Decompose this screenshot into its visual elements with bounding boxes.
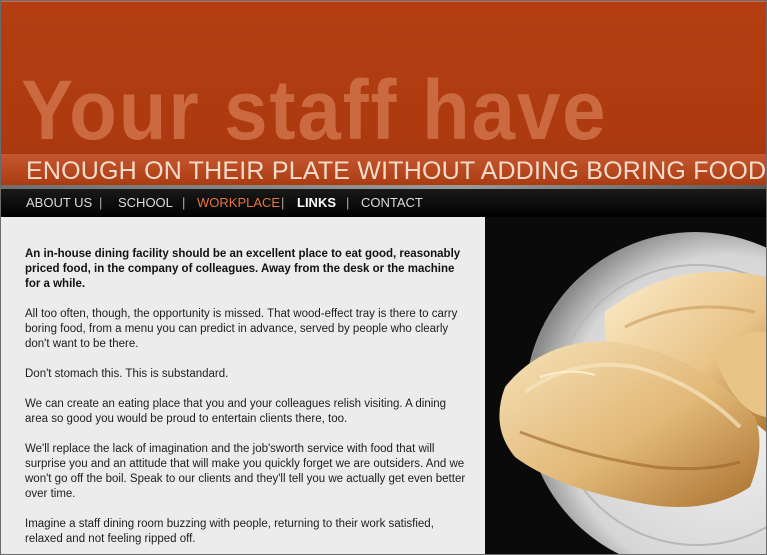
lead-paragraph: An in-house dining facility should be an… [25,248,461,290]
headline: Your staff have [21,63,608,157]
bread-plate-photo [485,217,766,554]
nav-about-us[interactable]: ABOUT US [26,195,92,211]
article-text: An in-house dining facility should be an… [25,247,470,554]
main-nav: ABOUT US | SCHOOL | WORKPLACE | LINKS | … [1,189,766,217]
nav-separator: | [99,195,103,210]
nav-school[interactable]: SCHOOL [118,195,173,211]
nav-contact[interactable]: CONTACT [361,195,423,211]
page-frame: Your staff have ENOUGH ON THEIR PLATE WI… [0,0,767,555]
bread-plate-icon [485,217,766,554]
body-paragraph: All too often, though, the opportunity i… [25,308,458,350]
nav-separator: | [182,195,186,210]
nav-workplace[interactable]: WORKPLACE [197,195,280,211]
nav-separator: | [281,195,285,210]
header-banner: Your staff have ENOUGH ON THEIR PLATE WI… [1,1,766,190]
body-paragraph: Imagine a staff dining room buzzing with… [25,518,434,545]
body-paragraph: We'll replace the lack of imagination an… [25,443,466,500]
body-paragraph: Don't stomach this. This is substandard. [25,368,229,380]
nav-links[interactable]: LINKS [297,195,336,211]
nav-separator: | [346,195,350,210]
tagline: ENOUGH ON THEIR PLATE WITHOUT ADDING BOR… [26,157,767,185]
body-paragraph: We can create an eating place that you a… [25,398,447,425]
main-content: An in-house dining facility should be an… [1,217,485,554]
